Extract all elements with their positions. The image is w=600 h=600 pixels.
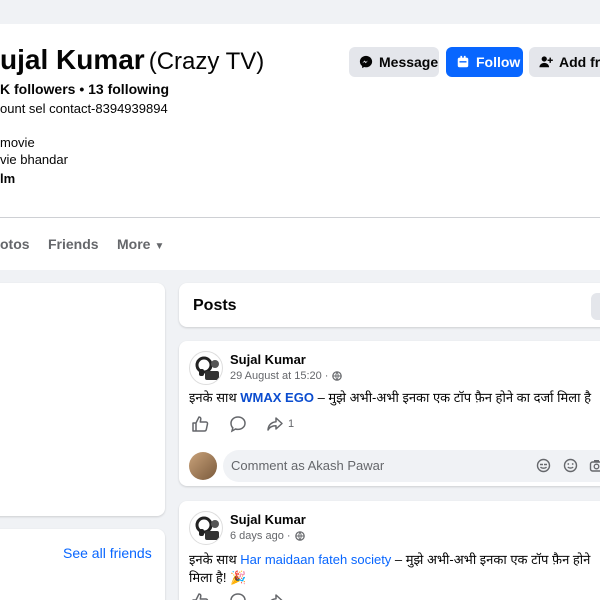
share-icon	[270, 594, 283, 600]
post-text-suffix: – मुझे अभी-अभी इनका एक टॉप फ़ैन होने	[391, 552, 591, 567]
post-author[interactable]: Sujal Kumar	[230, 352, 306, 367]
friends-card	[0, 529, 165, 600]
add-friend-button[interactable]: Add frie	[529, 47, 600, 77]
post-meta: 29 August at 15:20 ·	[230, 370, 343, 382]
sticker-icon[interactable]	[536, 458, 551, 473]
post-tag-link[interactable]: WMAX EGO	[240, 390, 314, 405]
header-divider	[0, 217, 600, 218]
follow-button[interactable]: Follow	[446, 47, 523, 77]
cover-edge	[0, 0, 600, 24]
like-icon	[192, 416, 209, 432]
posts-title: Posts	[193, 297, 237, 314]
bio-contact: ount sel contact-8394939894	[0, 101, 168, 116]
follow-button-label: Follow	[476, 54, 521, 70]
tab-more-label: More	[117, 236, 151, 252]
message-button[interactable]: Message	[349, 47, 439, 77]
like-icon	[192, 593, 209, 600]
caret-down-icon: ▼	[154, 241, 165, 252]
share-button[interactable]: 1	[266, 415, 294, 433]
message-button-label: Message	[379, 54, 439, 70]
comment-icon	[230, 593, 246, 600]
comment-button[interactable]	[229, 592, 247, 600]
tab-more[interactable]: More ▼	[117, 236, 164, 252]
share-button[interactable]	[266, 592, 284, 600]
tab-photos[interactable]: otos	[0, 236, 30, 252]
globe-icon	[332, 371, 343, 381]
messenger-icon	[359, 55, 373, 69]
tab-friends[interactable]: Friends	[48, 236, 99, 252]
posts-header-card	[179, 283, 600, 327]
share-icon	[267, 417, 283, 431]
post-author[interactable]: Sujal Kumar	[230, 512, 306, 527]
like-button[interactable]	[191, 415, 209, 433]
comment-button[interactable]	[229, 415, 247, 433]
add-friend-icon	[539, 55, 553, 69]
post-meta: 6 days ago ·	[230, 530, 305, 542]
comment-placeholder: Comment as Akash Pawar	[231, 458, 385, 473]
follow-icon	[456, 55, 470, 69]
bio-line: vie bhandar	[0, 152, 68, 167]
globe-icon	[294, 531, 305, 541]
bio-line: lm	[0, 171, 16, 186]
profile-header	[0, 0, 600, 270]
comment-icon	[230, 416, 246, 433]
post-text: इनके साथ Har maidaan fateh society – मुझ…	[189, 551, 590, 569]
avatar[interactable]	[189, 511, 223, 545]
post-text: इनके साथ WMAX EGO – मुझे अभी-अभी इनका एक…	[189, 389, 591, 407]
add-friend-button-label: Add frie	[559, 54, 600, 70]
filters-button[interactable]	[591, 293, 600, 320]
avatar[interactable]	[189, 452, 217, 480]
post-timestamp[interactable]: 6 days ago ·	[230, 530, 291, 542]
post-tag-link[interactable]: Har maidaan fateh society	[240, 552, 391, 567]
post-text-suffix: – मुझे अभी-अभी इनका एक टॉप फ़ैन होने का …	[313, 390, 591, 405]
post-text-prefix: इनके साथ	[189, 552, 241, 567]
camera-icon[interactable]	[589, 458, 600, 473]
intro-card	[0, 283, 165, 516]
emoji-icon[interactable]	[563, 458, 578, 473]
bio-line: movie	[0, 135, 35, 150]
post-text-line2: मिला है! 🎉	[189, 570, 247, 585]
post-text-prefix: इनके साथ	[189, 390, 241, 405]
avatar[interactable]	[189, 351, 223, 385]
follow-stats[interactable]: K followers • 13 following	[0, 81, 169, 97]
profile-name-text: ujal Kumar	[0, 44, 145, 75]
profile-name: ujal Kumar (Crazy TV)	[0, 44, 264, 76]
like-button[interactable]	[191, 592, 209, 600]
post-timestamp[interactable]: 29 August at 15:20 ·	[230, 370, 328, 382]
profile-nickname: (Crazy TV)	[148, 48, 265, 75]
see-all-friends-link[interactable]: See all friends	[63, 545, 152, 561]
share-count: 1	[288, 418, 295, 430]
